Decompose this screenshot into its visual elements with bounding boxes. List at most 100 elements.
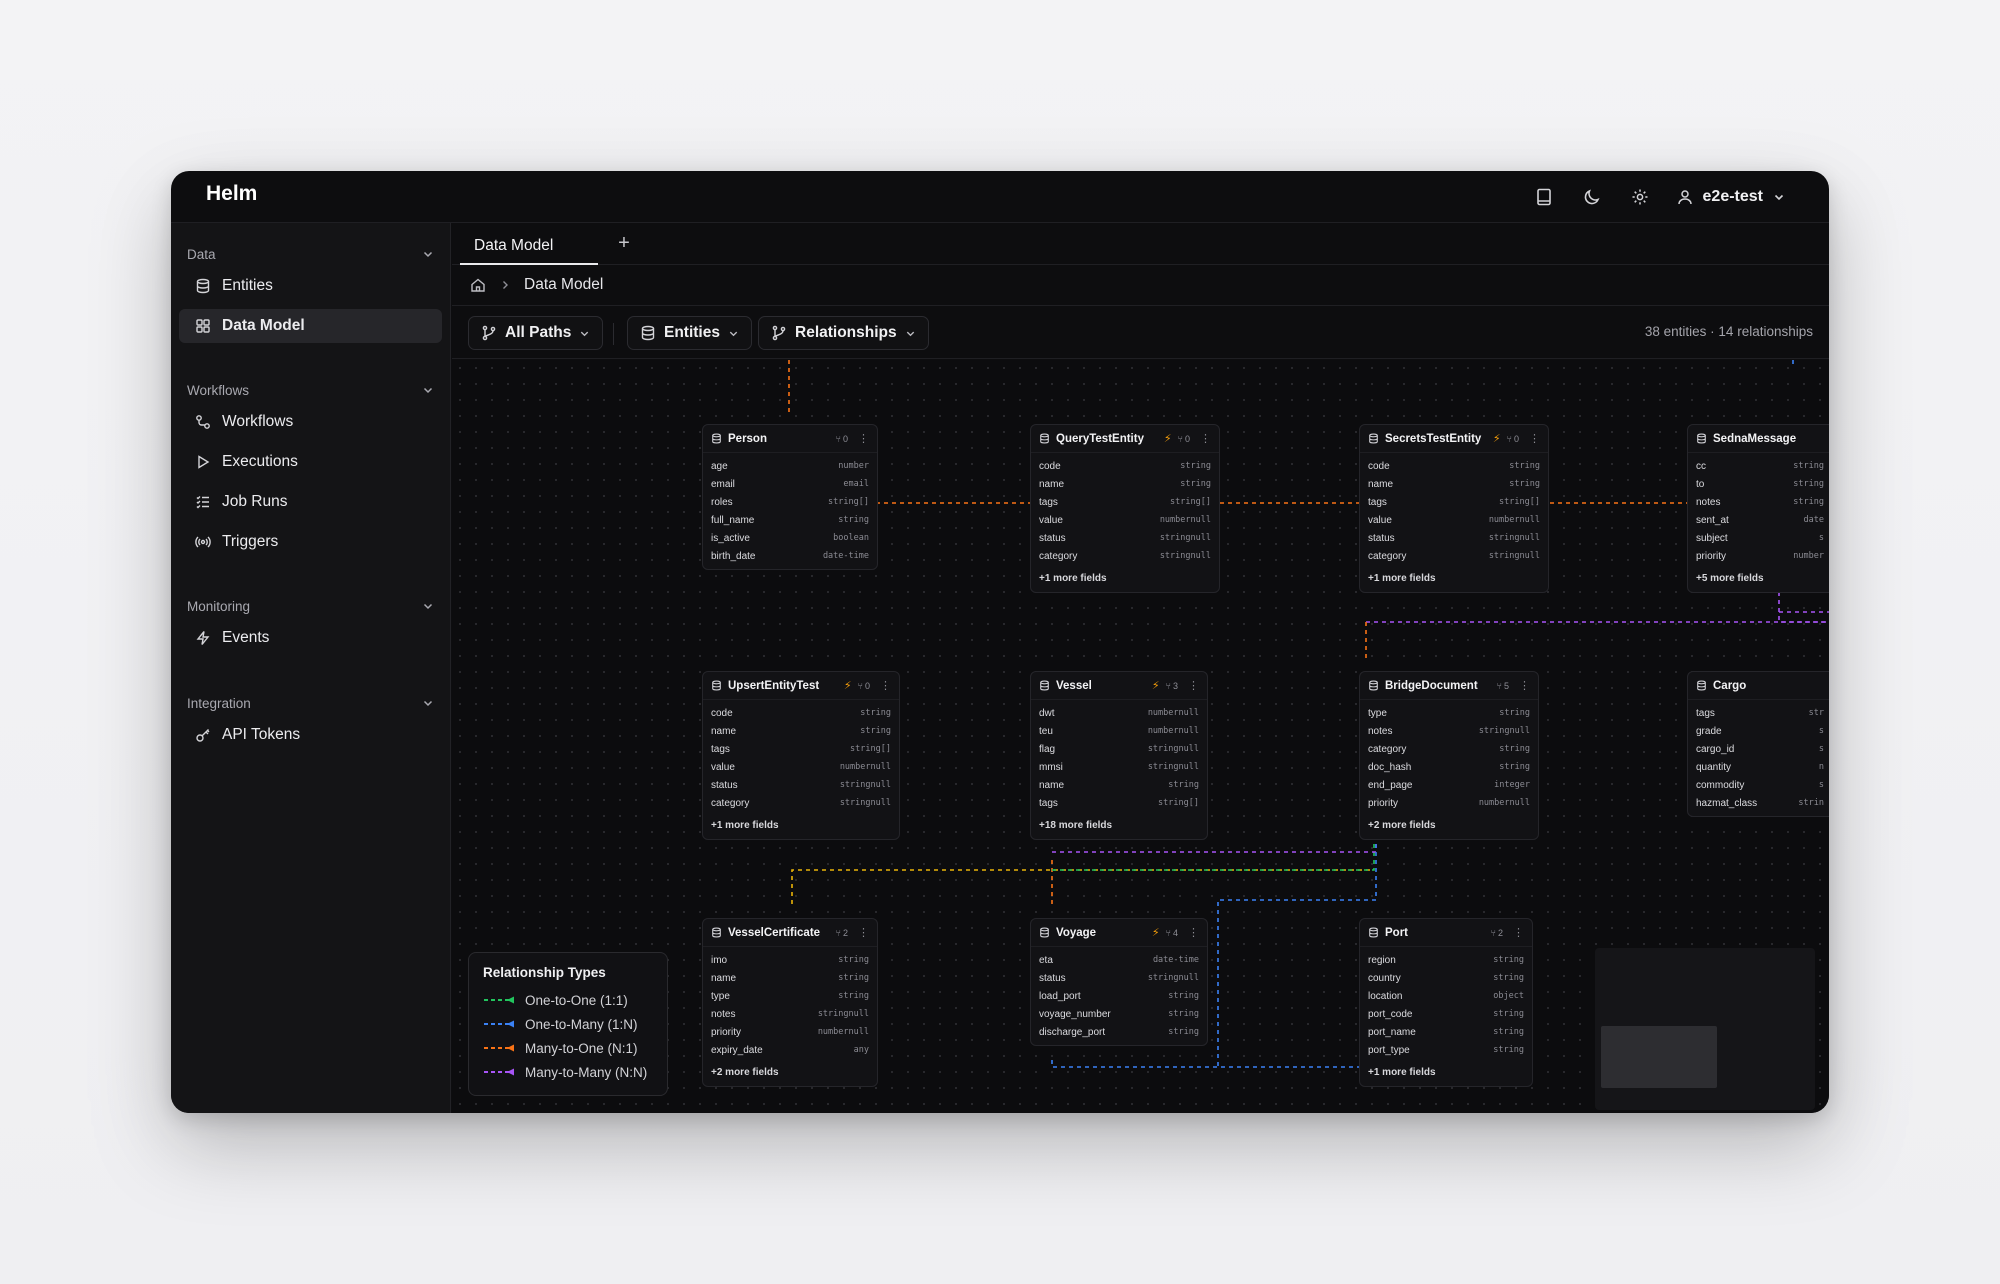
entities-dropdown[interactable]: Entities — [627, 316, 752, 350]
sidebar-item-events[interactable]: Events — [179, 621, 442, 655]
entity-name: Person — [728, 432, 767, 445]
section-monitoring[interactable]: Monitoring — [187, 595, 434, 617]
tab-data-model[interactable]: Data Model — [460, 229, 598, 265]
field-type: s — [1818, 744, 1824, 754]
bolt-icon — [196, 631, 210, 645]
more-options-icon[interactable]: ⋮ — [1200, 432, 1211, 445]
entity-card-header: VesselCertificate ⑂ 2 ⋮ — [703, 919, 877, 947]
more-options-icon[interactable]: ⋮ — [1188, 926, 1199, 939]
more-fields-link[interactable]: +2 more fields — [703, 1063, 877, 1086]
sidebar-item-entities[interactable]: Entities — [179, 269, 442, 303]
relationship-legend: Relationship Types One-to-One (1:1) One-… — [468, 952, 668, 1096]
field-row: roles string[] — [711, 493, 869, 511]
field-type: string — [1180, 479, 1211, 489]
more-options-icon[interactable]: ⋮ — [1188, 679, 1199, 692]
entity-card-cargo[interactable]: Cargo ⑂2 tagsstr grades cargo_ids quanti… — [1687, 671, 1829, 817]
field-row: region string — [1368, 951, 1524, 969]
field-row: name string — [711, 722, 891, 740]
relationship-count: ⑂ 0 — [1506, 433, 1519, 444]
field-row: full_name string — [711, 511, 869, 529]
entity-card-vesselcertificate[interactable]: VesselCertificate ⑂ 2 ⋮ imo string name str… — [702, 918, 878, 1087]
more-options-icon[interactable]: ⋮ — [880, 679, 891, 692]
field-row: category stringnull — [1039, 547, 1211, 565]
minimap-viewport[interactable] — [1601, 1026, 1717, 1088]
field-row: commodity s — [1696, 776, 1824, 794]
entity-card-header: SecretsTestEntity ⚡ ⑂ 0 ⋮ — [1360, 425, 1548, 453]
entity-card-vessel[interactable]: Vessel ⚡ ⑂ 3 ⋮ dwt numbernull teu numbernul… — [1030, 671, 1208, 840]
section-workflows[interactable]: Workflows — [187, 379, 434, 401]
field-name: code — [711, 707, 733, 719]
field-name: port_name — [1368, 1026, 1416, 1038]
field-row: grade s — [1696, 722, 1824, 740]
field-list: code string name string tags string[] value… — [703, 700, 899, 816]
field-type: string — [1499, 744, 1530, 754]
field-type: string — [1493, 1009, 1524, 1019]
legend-item-one-to-many: One-to-Many (1:N) — [483, 1012, 653, 1036]
bolt-icon: ⚡ — [1492, 433, 1501, 445]
more-fields-link[interactable]: +1 more fields — [703, 816, 899, 839]
entity-card-port[interactable]: Port ⑂ 2 ⋮ region string country string loc… — [1359, 918, 1533, 1087]
entities-label: Entities — [664, 324, 720, 341]
entity-name: Vessel — [1056, 679, 1092, 692]
sidebar-item-label: Entities — [222, 277, 273, 294]
entity-card-secretstestentity[interactable]: SecretsTestEntity ⚡ ⑂ 0 ⋮ code string name… — [1359, 424, 1549, 593]
sidebar-item-executions[interactable]: Executions — [179, 445, 442, 479]
field-row: country string — [1368, 969, 1524, 987]
database-icon — [712, 433, 721, 444]
more-fields-link[interactable]: +2 more fields — [1360, 816, 1538, 839]
section-integration[interactable]: Integration — [187, 692, 434, 714]
moon-icon[interactable] — [1581, 186, 1603, 208]
entity-card-bridgedocument[interactable]: BridgeDocument ⑂ 5 ⋮ type string notes stri… — [1359, 671, 1539, 840]
more-fields-link[interactable]: +1 more fields — [1360, 569, 1548, 592]
more-fields-link[interactable]: +1 more fields — [1031, 569, 1219, 592]
field-type: stringnull — [1147, 762, 1199, 772]
entity-card-person[interactable]: Person ⑂ 0 ⋮ age number email email roles st… — [702, 424, 878, 570]
tab-bar: Data Model + — [452, 223, 1829, 265]
field-type: string[] — [1499, 497, 1540, 507]
main-content: Data Model + Data Model All Paths Entiti… — [452, 223, 1829, 1113]
breadcrumb: Data Model — [452, 265, 1829, 306]
more-options-icon[interactable]: ⋮ — [1529, 432, 1540, 445]
more-fields-link[interactable]: +1 more fields — [1360, 1063, 1532, 1086]
entity-card-upsertentitytest[interactable]: UpsertEntityTest ⚡ ⑂ 0 ⋮ code string name s… — [702, 671, 900, 840]
key-icon — [196, 729, 210, 742]
field-name: notes — [1368, 725, 1393, 737]
more-options-icon[interactable]: ⋮ — [858, 926, 869, 939]
user-menu[interactable]: e2e-test — [1677, 188, 1785, 206]
field-type: str — [1808, 708, 1824, 718]
field-row: notes string — [1696, 493, 1824, 511]
home-icon[interactable] — [470, 277, 486, 293]
entity-name: Voyage — [1056, 926, 1097, 939]
more-options-icon[interactable]: ⋮ — [1519, 679, 1530, 692]
app-logo[interactable]: Helm — [206, 182, 257, 206]
entity-card-querytestentity[interactable]: QueryTestEntity ⚡ ⑂ 0 ⋮ code string name st… — [1030, 424, 1220, 593]
field-type: string — [1509, 461, 1540, 471]
more-options-icon[interactable]: ⋮ — [858, 432, 869, 445]
field-name: birth_date — [711, 550, 756, 562]
more-fields-link[interactable]: +18 more fields — [1031, 816, 1207, 839]
gear-icon[interactable] — [1629, 186, 1651, 208]
relationships-dropdown[interactable]: Relationships — [758, 316, 929, 350]
toolbar: All Paths Entities Relationships 38 enti… — [452, 307, 1829, 359]
entity-card-sednamessage[interactable]: SednaMessage ⑂2 cc string to string notes s… — [1687, 424, 1829, 593]
field-row: notes stringnull — [711, 1005, 869, 1023]
docs-icon[interactable] — [1533, 186, 1555, 208]
field-name: notes — [711, 1008, 736, 1020]
field-type: numbernull — [1159, 515, 1211, 525]
sidebar-item-triggers[interactable]: Triggers — [179, 525, 442, 559]
more-options-icon[interactable]: ⋮ — [1513, 926, 1524, 939]
entity-card-voyage[interactable]: Voyage ⚡ ⑂ 4 ⋮ eta date-time status stringn… — [1030, 918, 1208, 1046]
sidebar-item-workflows[interactable]: Workflows — [179, 405, 442, 439]
sidebar-item-api-tokens[interactable]: API Tokens — [179, 718, 442, 752]
diagram-canvas[interactable]: Person ⑂ 0 ⋮ age number email email roles st… — [452, 360, 1829, 1113]
add-tab-button[interactable]: + — [612, 231, 636, 255]
sidebar-item-job-runs[interactable]: Job Runs — [179, 485, 442, 519]
sidebar-item-data-model[interactable]: Data Model — [179, 309, 442, 343]
dashed-arrow-green-icon — [484, 996, 514, 1004]
section-data[interactable]: Data — [187, 243, 434, 265]
minimap[interactable] — [1595, 948, 1815, 1110]
field-type: any — [853, 1045, 869, 1055]
more-fields-link[interactable]: +5 more fields — [1688, 569, 1829, 592]
field-name: tags — [1696, 707, 1715, 719]
all-paths-dropdown[interactable]: All Paths — [468, 316, 604, 350]
